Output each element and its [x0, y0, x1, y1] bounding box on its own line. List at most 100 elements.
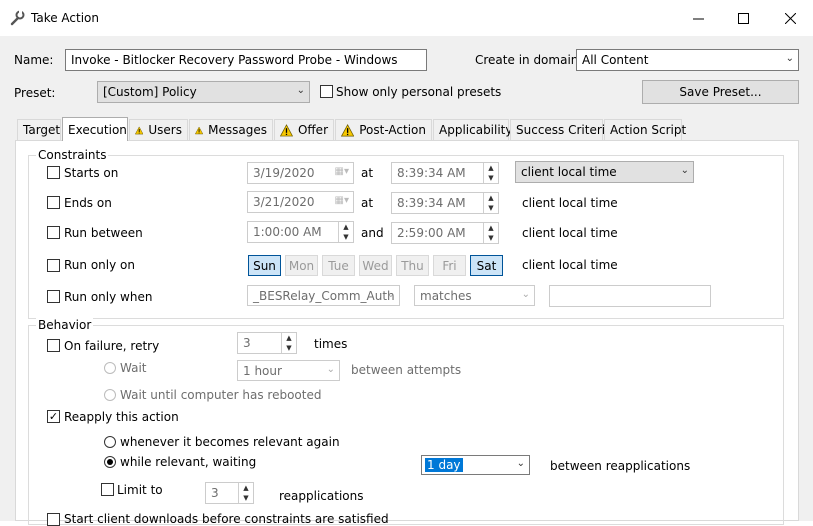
preset-label: Preset:: [14, 86, 56, 100]
tab-applicability[interactable]: Applicability: [433, 119, 513, 140]
wait-reboot-radio[interactable]: [104, 389, 116, 401]
reapply-interval-select[interactable]: 1 day ⌄: [421, 455, 530, 475]
time-spinner[interactable]: ▲ ▼: [338, 222, 353, 242]
radio-selected-dot: [107, 459, 113, 465]
warning-icon: [135, 125, 144, 134]
run-only-when-checkbox[interactable]: [47, 290, 60, 303]
run-only-on-label: Run only on: [64, 258, 135, 272]
limit-to-checkbox[interactable]: [101, 483, 114, 496]
preset-select[interactable]: [Custom] Policy ⌄: [97, 81, 310, 103]
tab-success-criteria[interactable]: Success Criteria: [510, 119, 612, 140]
wait-interval-value: 1 hour: [243, 364, 282, 378]
operator-value: matches: [420, 289, 472, 303]
retry-times-label: times: [314, 337, 348, 351]
on-failure-checkbox[interactable]: [47, 339, 60, 352]
spin-up-icon: ▲: [488, 164, 494, 172]
spin-up-icon: ▲: [286, 334, 292, 342]
run-only-when-property-select[interactable]: _BESRelay_Comm_Auth ⌄: [247, 285, 400, 306]
time-spinner[interactable]: ▲ ▼: [483, 163, 498, 183]
run-between-from: 1:00:00 AM: [253, 225, 322, 239]
wait-reboot-label: Wait until computer has rebooted: [120, 388, 322, 402]
calendar-icon: ▦▾: [334, 166, 349, 177]
chevron-down-icon: ⌄: [785, 53, 794, 64]
day-sun-toggle[interactable]: Sun: [248, 255, 281, 276]
start-downloads-checkbox[interactable]: [47, 513, 60, 526]
ends-on-date: 3/21/2020: [253, 195, 315, 209]
tab-messages[interactable]: Messages: [189, 119, 273, 140]
tab-label: Execution: [68, 122, 127, 137]
run-only-when-label: Run only when: [64, 290, 153, 304]
tab-label: Success Criteria: [516, 123, 613, 137]
checkmark-icon: ✓: [48, 410, 59, 423]
ends-on-time-input[interactable]: 8:39:34 AM ▲ ▼: [391, 192, 499, 214]
day-sat-toggle[interactable]: Sat: [470, 255, 503, 276]
day-thu-toggle[interactable]: Thu: [396, 255, 429, 276]
tab-label: Post-Action: [359, 123, 426, 137]
preset-value: [Custom] Policy: [103, 85, 197, 99]
name-input[interactable]: Invoke - Bitlocker Recovery Password Pro…: [65, 49, 427, 71]
limit-count: 3: [211, 486, 219, 500]
count-spinner[interactable]: ▲ ▼: [281, 333, 296, 353]
tab-action-script[interactable]: Action Script: [604, 119, 686, 140]
ends-on-date-picker[interactable]: 3/21/2020 ▦▾: [247, 191, 354, 213]
wait-interval-select[interactable]: 1 hour ⌄: [237, 360, 340, 381]
spin-down-icon: ▼: [488, 174, 494, 182]
starts-on-checkbox[interactable]: [47, 166, 60, 179]
tab-label: Target: [23, 123, 61, 137]
starts-on-time-input[interactable]: 8:39:34 AM ▲ ▼: [391, 162, 499, 184]
tab-target[interactable]: Target: [17, 119, 61, 140]
maximize-icon: [737, 12, 749, 24]
save-preset-button[interactable]: Save Preset...: [642, 80, 799, 104]
starts-on-timezone-select[interactable]: client local time ⌄: [515, 161, 694, 183]
wait-radio[interactable]: [104, 362, 116, 374]
time-spinner[interactable]: ▲ ▼: [483, 193, 498, 213]
run-between-from-input[interactable]: 1:00:00 AM ▲ ▼: [247, 221, 354, 243]
reapplications-label: reapplications: [279, 489, 364, 503]
time-spinner[interactable]: ▲ ▼: [483, 223, 498, 243]
ends-on-checkbox[interactable]: [47, 196, 60, 209]
whenever-relevant-radio[interactable]: [104, 436, 116, 448]
domain-value: All Content: [582, 53, 649, 67]
day-fri-toggle[interactable]: Fri: [433, 255, 466, 276]
property-value: _BESRelay_Comm_Auth: [253, 289, 395, 303]
timezone-value: client local time: [521, 165, 617, 179]
chevron-down-icon: ⌄: [521, 289, 530, 300]
personal-presets-checkbox[interactable]: [320, 85, 333, 98]
limit-count-input[interactable]: 3 ▲ ▼: [205, 482, 254, 504]
day-wed-toggle[interactable]: Wed: [359, 255, 392, 276]
minimize-button[interactable]: [675, 0, 721, 36]
ends-on-timezone-label: client local time: [522, 196, 618, 210]
run-between-checkbox[interactable]: [47, 226, 60, 239]
spin-down-icon: ▼: [243, 494, 249, 502]
tab-offer[interactable]: Offer: [274, 119, 334, 140]
run-between-and-label: and: [361, 226, 384, 240]
run-only-on-checkbox[interactable]: [47, 259, 60, 272]
tab-execution[interactable]: Execution: [62, 117, 128, 141]
minimize-icon: [692, 18, 704, 19]
reapply-checkbox[interactable]: ✓: [47, 410, 60, 423]
chevron-down-icon: ⌄: [296, 85, 305, 96]
retry-count: 3: [243, 336, 251, 350]
tab-users[interactable]: Users: [129, 119, 188, 140]
run-only-when-value-input[interactable]: [549, 285, 711, 307]
on-failure-label: On failure, retry: [64, 339, 160, 353]
count-spinner[interactable]: ▲ ▼: [238, 483, 253, 503]
close-button[interactable]: [767, 0, 813, 36]
domain-select[interactable]: All Content ⌄: [576, 49, 799, 71]
day-mon-toggle[interactable]: Mon: [285, 255, 318, 276]
starts-on-date-picker[interactable]: 3/19/2020 ▦▾: [247, 162, 354, 184]
maximize-button[interactable]: [720, 0, 766, 36]
run-between-to: 2:59:00 AM: [397, 226, 466, 240]
tab-post-action[interactable]: Post-Action: [335, 119, 432, 140]
retry-count-input[interactable]: 3 ▲ ▼: [237, 332, 297, 354]
run-between-to-input[interactable]: 2:59:00 AM ▲ ▼: [391, 222, 499, 244]
tab-label: Offer: [297, 123, 328, 137]
calendar-icon: ▦▾: [334, 195, 349, 206]
while-relevant-label: while relevant, waiting: [120, 455, 257, 469]
run-only-when-operator-select[interactable]: matches ⌄: [414, 285, 535, 306]
run-between-label: Run between: [64, 226, 143, 240]
day-tue-toggle[interactable]: Tue: [322, 255, 355, 276]
while-relevant-radio[interactable]: [104, 456, 116, 468]
tab-label: Applicability: [439, 123, 513, 137]
between-reapplications-label: between reapplications: [550, 459, 691, 473]
